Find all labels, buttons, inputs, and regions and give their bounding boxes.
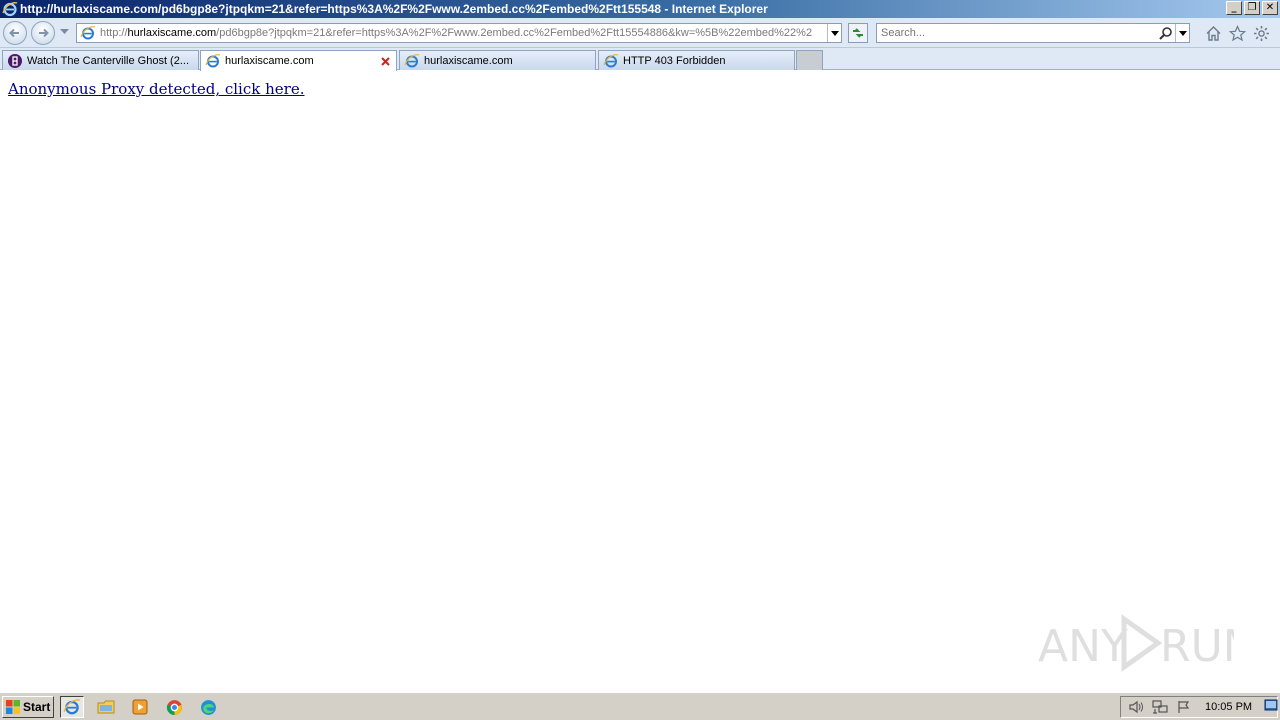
close-window-button[interactable]: ✕ [1262, 1, 1278, 15]
recent-pages-dropdown[interactable] [60, 28, 70, 38]
show-desktop-icon[interactable] [1264, 697, 1278, 717]
edge-icon [200, 699, 216, 715]
search-button[interactable] [1157, 24, 1175, 42]
watermark-text-left: ANY [1038, 621, 1128, 672]
search-input[interactable] [877, 27, 1157, 39]
media-player-icon [132, 699, 148, 715]
search-provider-dropdown[interactable] [1175, 24, 1189, 42]
compatibility-refresh-button[interactable] [848, 23, 868, 43]
ie-page-icon [80, 26, 96, 40]
home-button[interactable] [1204, 24, 1222, 42]
chrome-icon [166, 699, 182, 715]
taskbar: Start 10:05 PM [0, 692, 1280, 720]
restore-button[interactable]: ❐ [1244, 1, 1260, 15]
address-url[interactable]: http://hurlaxiscame.com/pd6bgp8e?jtpqkm=… [100, 27, 827, 39]
windows-logo-icon [6, 700, 20, 714]
watermark-text-right: RUN [1160, 621, 1234, 672]
anyrun-watermark-logo: ANY RUN [1038, 614, 1234, 672]
address-dropdown-button[interactable] [827, 24, 841, 42]
back-arrow-icon [9, 28, 19, 38]
tab-watch-canterville-ghost[interactable]: Watch The Canterville Ghost (2... [2, 50, 199, 70]
network-icon [1152, 700, 1168, 714]
ie-page-icon [205, 54, 221, 68]
search-icon [1159, 27, 1172, 40]
anonymous-proxy-link[interactable]: Anonymous Proxy detected, click here. [8, 80, 304, 98]
flag-icon [1178, 701, 1190, 713]
tab-bar: Watch The Canterville Ghost (2... hurlax… [0, 48, 1280, 71]
tray-action-center[interactable] [1175, 699, 1193, 715]
tray-volume[interactable] [1127, 699, 1145, 715]
back-button[interactable] [3, 21, 27, 45]
folder-icon [97, 700, 115, 714]
taskbar-clock[interactable]: 10:05 PM [1205, 701, 1252, 713]
address-prefix: http:// [100, 27, 128, 39]
system-tray: 10:05 PM [1120, 696, 1278, 718]
ie-page-icon [404, 53, 420, 67]
tab-label: hurlaxiscame.com [225, 55, 314, 67]
taskbar-media-player[interactable] [128, 696, 152, 718]
taskbar-file-explorer[interactable] [94, 696, 118, 718]
gear-icon [1253, 25, 1269, 41]
taskbar-chrome[interactable] [162, 696, 186, 718]
star-icon [1228, 24, 1246, 41]
taskbar-internet-explorer[interactable] [60, 696, 84, 718]
address-domain: hurlaxiscame.com [127, 27, 217, 39]
site-favicon-icon [8, 53, 22, 68]
tab-label: HTTP 403 Forbidden [623, 54, 726, 67]
navigation-bar: http://hurlaxiscame.com/pd6bgp8e?jtpqkm=… [0, 18, 1280, 48]
tab-http-403-forbidden[interactable]: HTTP 403 Forbidden [598, 50, 795, 70]
tools-button[interactable] [1252, 24, 1270, 42]
address-bar[interactable]: http://hurlaxiscame.com/pd6bgp8e?jtpqkm=… [76, 23, 842, 43]
tab-label: Watch The Canterville Ghost (2... [27, 54, 190, 67]
chevron-down-icon [60, 29, 69, 34]
forward-button[interactable] [31, 21, 55, 45]
close-tab-button[interactable] [378, 54, 392, 68]
search-box[interactable] [876, 23, 1190, 43]
tray-network[interactable] [1151, 699, 1169, 715]
window-titlebar: http://hurlaxiscame.com/pd6bgp8e?jtpqkm=… [0, 0, 1280, 18]
tab-hurlaxiscame-2[interactable]: hurlaxiscame.com [399, 50, 596, 70]
window-title: http://hurlaxiscame.com/pd6bgp8e?jtpqkm=… [20, 2, 768, 16]
refresh-icon [853, 28, 863, 38]
home-icon [1206, 25, 1220, 41]
address-path: /pd6bgp8e?jtpqkm=21&refer=https%3A%2F%2F… [216, 27, 813, 39]
start-button[interactable]: Start [2, 696, 54, 718]
favorites-button[interactable] [1228, 24, 1246, 42]
ie-logo-icon [2, 2, 18, 17]
ie-page-icon [603, 53, 619, 67]
page-content: Anonymous Proxy detected, click here. AN… [0, 71, 1280, 692]
chevron-down-icon [1178, 30, 1187, 36]
start-label: Start [23, 700, 51, 714]
minimize-button[interactable]: _ [1226, 1, 1242, 15]
ie-taskbar-icon [63, 699, 81, 715]
taskbar-edge[interactable] [196, 696, 220, 718]
chevron-down-icon [830, 30, 839, 36]
forward-arrow-icon [39, 28, 49, 38]
tab-hurlaxiscame-active[interactable]: hurlaxiscame.com [200, 50, 397, 71]
tab-label: hurlaxiscame.com [424, 54, 513, 67]
new-tab-button[interactable] [796, 50, 823, 70]
speaker-icon [1129, 700, 1143, 714]
close-icon [380, 56, 390, 66]
